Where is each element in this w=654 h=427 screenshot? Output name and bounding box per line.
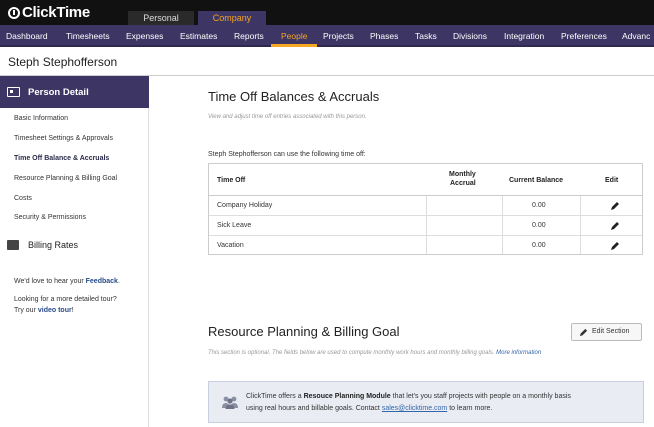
- sidebar-item-resource-planning[interactable]: Resource Planning & Billing Goal: [14, 175, 117, 182]
- more-information-link[interactable]: More information: [496, 350, 541, 356]
- tab-company[interactable]: Company: [198, 11, 266, 25]
- nav-tasks[interactable]: Tasks: [415, 31, 437, 41]
- section-subtitle-resource: This section is optional. The fields bel…: [208, 350, 542, 356]
- nav-integration[interactable]: Integration: [504, 31, 544, 41]
- tab-personal[interactable]: Personal: [128, 11, 194, 25]
- sidebar-header: Person Detail: [0, 76, 149, 108]
- col-time-off: Time Off: [217, 177, 246, 184]
- sidebar-item-security[interactable]: Security & Permissions: [14, 214, 86, 221]
- sidebar: Person Detail Basic Information Timeshee…: [0, 76, 149, 427]
- nav-preferences[interactable]: Preferences: [561, 31, 607, 41]
- table-row: Vacation 0.00: [209, 236, 642, 256]
- sidebar-item-billing-rates[interactable]: Billing Rates: [7, 239, 147, 253]
- sidebar-item-time-off[interactable]: Time Off Balance & Accruals: [14, 155, 109, 162]
- pencil-icon: [579, 328, 588, 337]
- person-header: Steph Stephofferson: [0, 47, 654, 76]
- sidebar-item-costs[interactable]: Costs: [14, 195, 32, 202]
- nav-divisions[interactable]: Divisions: [453, 31, 487, 41]
- pencil-icon[interactable]: [610, 221, 620, 231]
- wallet-icon: [7, 240, 19, 250]
- col-monthly-accrual: Monthly: [449, 171, 476, 178]
- feedback-link[interactable]: Feedback: [86, 278, 118, 285]
- section-subtitle-balances: View and adjust time off entries associa…: [208, 114, 367, 120]
- resource-module-text: ClickTime offers a Resouce Planning Modu…: [246, 393, 571, 412]
- clicktime-logo[interactable]: ClickTime: [8, 4, 90, 21]
- table-header: Time Off Monthly Accrual Current Balance…: [209, 164, 642, 196]
- section-title-balances: Time Off Balances & Accruals: [208, 89, 380, 104]
- nav-estimates[interactable]: Estimates: [180, 31, 217, 41]
- nav-expenses[interactable]: Expenses: [126, 31, 163, 41]
- col-edit: Edit: [605, 177, 619, 184]
- table-row: Sick Leave 0.00: [209, 216, 642, 236]
- sales-email-link[interactable]: sales@clicktime.com: [382, 405, 447, 412]
- resource-module-notice: ClickTime offers a Resouce Planning Modu…: [208, 381, 644, 423]
- time-off-table: Time Off Monthly Accrual Current Balance…: [208, 163, 643, 255]
- sidebar-item-timesheet-settings[interactable]: Timesheet Settings & Approvals: [14, 135, 113, 142]
- sidebar-header-label: Person Detail: [28, 87, 89, 98]
- video-tour-link[interactable]: video tour: [38, 307, 72, 314]
- nav-reports[interactable]: Reports: [234, 31, 264, 41]
- nav-phases[interactable]: Phases: [370, 31, 398, 41]
- time-off-intro: Steph Stephofferson can use the followin…: [208, 151, 366, 158]
- id-card-icon: [7, 87, 20, 97]
- people-group-icon: [222, 396, 238, 409]
- col-current-balance: Current Balance: [509, 177, 564, 184]
- nav-people[interactable]: People: [281, 31, 307, 41]
- table-row: Company Holiday 0.00: [209, 196, 642, 216]
- nav-timesheets[interactable]: Timesheets: [66, 31, 110, 41]
- edit-section-button[interactable]: Edit Section: [571, 323, 642, 341]
- nav-dashboard[interactable]: Dashboard: [6, 31, 48, 41]
- pencil-icon[interactable]: [610, 241, 620, 251]
- nav-projects[interactable]: Projects: [323, 31, 354, 41]
- feedback-block: We'd love to hear your Feedback. Looking…: [14, 278, 120, 314]
- main-content: Time Off Balances & Accruals View and ad…: [150, 76, 654, 427]
- pencil-icon[interactable]: [610, 201, 620, 211]
- section-title-resource: Resource Planning & Billing Goal: [208, 324, 400, 339]
- nav-advanced[interactable]: Advanc: [622, 31, 650, 41]
- billing-rates-label: Billing Rates: [28, 240, 79, 250]
- main-nav: Dashboard Timesheets Expenses Estimates …: [0, 25, 654, 47]
- person-name: Steph Stephofferson: [8, 55, 118, 69]
- top-bar: ClickTime Personal Company: [0, 0, 654, 25]
- sidebar-item-basic-information[interactable]: Basic Information: [14, 115, 68, 122]
- clock-icon: [8, 6, 20, 19]
